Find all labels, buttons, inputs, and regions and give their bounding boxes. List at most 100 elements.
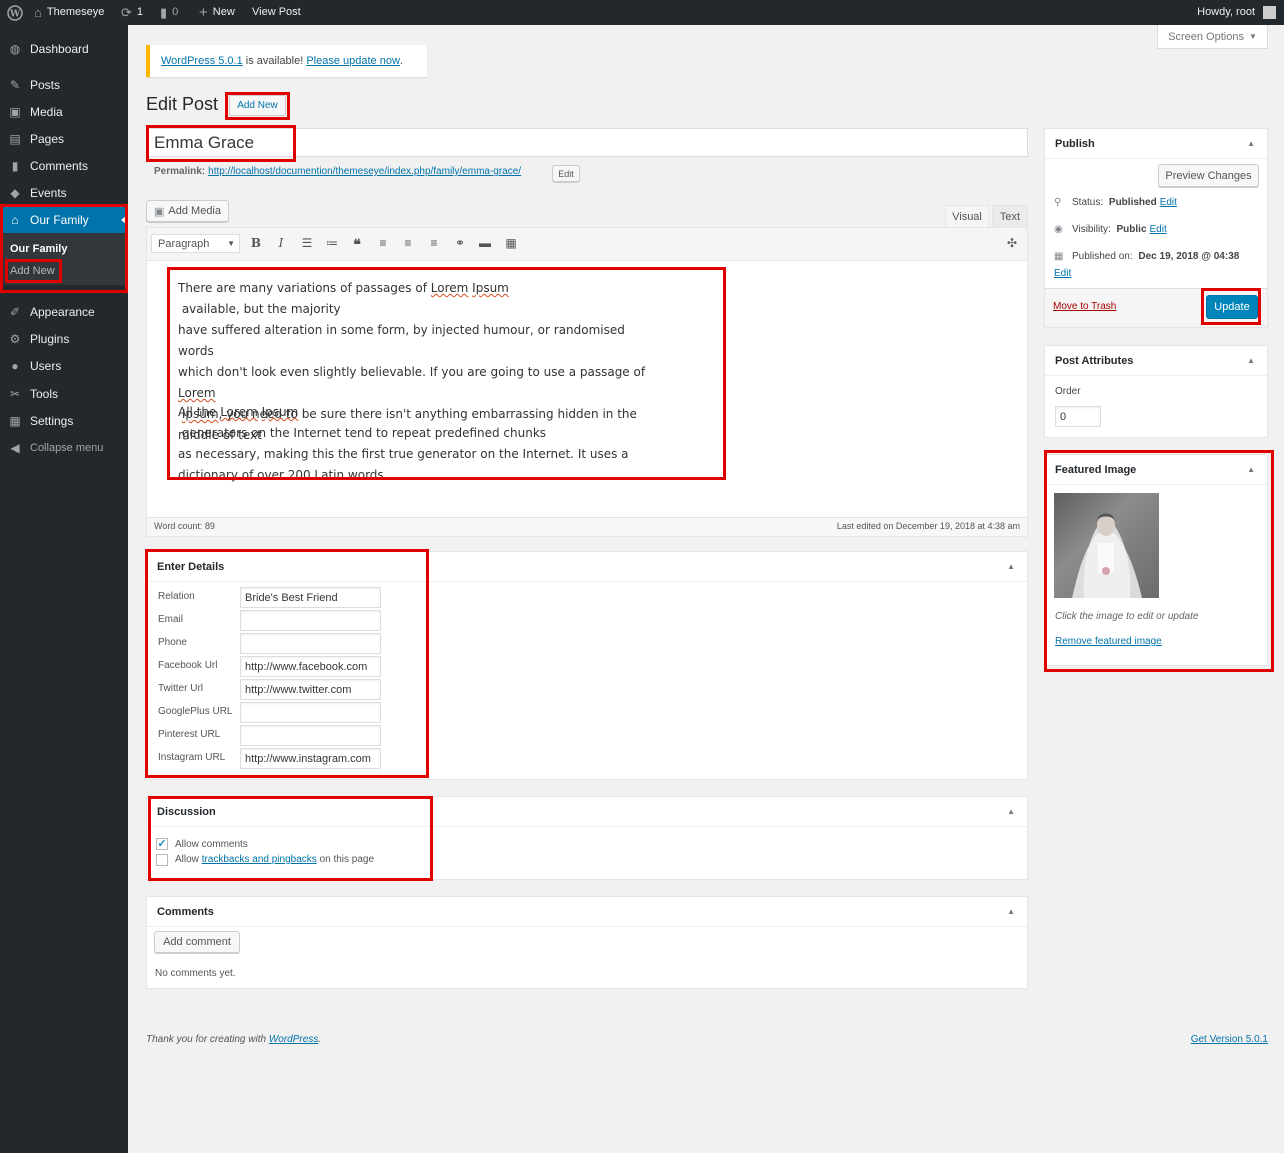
sidebar-item-comments[interactable]: ▮ Comments	[0, 153, 128, 179]
toolbar-toggle-icon[interactable]: ▦	[502, 236, 520, 250]
allow-comments-checkbox[interactable]: ✓	[156, 838, 168, 850]
featured-image-thumbnail[interactable]	[1054, 493, 1159, 598]
status-edit-link[interactable]: Edit	[1160, 197, 1177, 208]
featured-image-header[interactable]: Featured Image ▲	[1045, 455, 1267, 485]
publish-header[interactable]: Publish ▲	[1045, 129, 1267, 159]
sidebar-item-dashboard[interactable]: ◍ Dashboard	[0, 36, 128, 62]
bullet-list-icon[interactable]: ☰	[298, 236, 316, 250]
sidebar-item-our-family[interactable]: ⌂ Our Family	[0, 207, 128, 233]
post-attributes-header[interactable]: Post Attributes ▲	[1045, 346, 1267, 376]
order-input[interactable]: 0	[1055, 406, 1101, 427]
collapse-arrow-icon[interactable]: ▲	[1247, 356, 1255, 365]
collapse-arrow-icon[interactable]: ▲	[1007, 907, 1015, 916]
visibility-edit-link[interactable]: Edit	[1150, 224, 1167, 235]
sidebar-item-media[interactable]: ▣ Media	[0, 99, 128, 125]
relation-input[interactable]: Bride's Best Friend	[240, 587, 381, 608]
editor-line: There are many variations of passages of…	[178, 281, 509, 316]
post-title-input[interactable]: Emma Grace	[146, 128, 1028, 157]
permalink-row: Permalink: http://localhost/documention/…	[154, 166, 522, 177]
published-edit-link[interactable]: Edit	[1054, 268, 1071, 279]
avatar	[1263, 6, 1276, 19]
add-media-button[interactable]: ▣ Add Media	[146, 200, 229, 222]
collapse-arrow-icon[interactable]: ▲	[1007, 562, 1015, 571]
dashboard-icon: ◍	[9, 42, 21, 56]
read-more-icon[interactable]: ▬	[476, 236, 494, 250]
remove-featured-image-link[interactable]: Remove featured image	[1055, 636, 1162, 647]
italic-icon[interactable]: I	[272, 236, 290, 250]
sidebar-item-settings[interactable]: ▦ Settings	[0, 408, 128, 434]
add-comment-button[interactable]: Add comment	[154, 931, 240, 953]
sidebar-submenu: Our Family Add New	[0, 233, 128, 285]
my-account-link[interactable]: Howdy, root	[1197, 0, 1276, 25]
permalink-edit-button[interactable]: Edit	[552, 165, 580, 182]
wordpress-link[interactable]: WordPress	[269, 1034, 318, 1045]
instagram-url-input[interactable]: http://www.instagram.com	[240, 748, 381, 769]
twitter-url-label: Twitter Url	[158, 683, 203, 694]
permalink-url[interactable]: http://localhost/documention/themeseye/i…	[208, 166, 521, 177]
bold-icon[interactable]: B	[247, 236, 265, 250]
home-icon: ⌂	[34, 5, 42, 20]
googleplus-url-input[interactable]	[240, 702, 381, 723]
tab-visual[interactable]: Visual	[945, 205, 989, 227]
sidebar-item-posts[interactable]: ✎ Posts	[0, 72, 128, 98]
twitter-url-input[interactable]: http://www.twitter.com	[240, 679, 381, 700]
visibility-row: ◉ Visibility: Public Edit	[1054, 224, 1167, 235]
view-post-link[interactable]: View Post	[252, 0, 301, 25]
blockquote-icon[interactable]: ❝	[348, 236, 366, 253]
editor-line: which don't look even slightly believabl…	[178, 365, 646, 379]
comments-header[interactable]: Comments ▲	[147, 897, 1027, 927]
update-now-link[interactable]: Please update now	[306, 55, 400, 67]
updates-icon: ⟳	[121, 5, 132, 20]
screen-options-button[interactable]: Screen Options ▼	[1157, 25, 1268, 49]
collapse-arrow-icon[interactable]: ▲	[1247, 465, 1255, 474]
email-input[interactable]	[240, 610, 381, 631]
sidebar-item-events[interactable]: ◆ Events	[0, 180, 128, 206]
sidebar-item-pages[interactable]: ▤ Pages	[0, 126, 128, 152]
collapse-menu-button[interactable]: ◀ Collapse menu	[0, 435, 128, 461]
plus-icon: +	[199, 4, 208, 21]
phone-label: Phone	[158, 637, 187, 648]
featured-image-hint: Click the image to edit or update	[1055, 611, 1199, 622]
pinterest-url-input[interactable]	[240, 725, 381, 746]
update-button[interactable]: Update	[1206, 295, 1258, 319]
format-select[interactable]: Paragraph ▼	[151, 234, 240, 253]
collapse-arrow-icon[interactable]: ▲	[1007, 807, 1015, 816]
sidebar-item-users[interactable]: ● Users	[0, 353, 128, 379]
phone-input[interactable]	[240, 633, 381, 654]
move-to-trash-link[interactable]: Move to Trash	[1053, 301, 1116, 312]
preview-changes-button[interactable]: Preview Changes	[1158, 164, 1259, 187]
get-version-link[interactable]: Get Version 5.0.1	[1191, 1034, 1268, 1045]
align-right-icon[interactable]: ≡	[425, 236, 443, 250]
sidebar-item-tools[interactable]: ✂ Tools	[0, 381, 128, 407]
updates-link[interactable]: ⟳ 1	[121, 0, 143, 25]
sidebar-item-appearance[interactable]: ✐ Appearance	[0, 299, 128, 325]
align-center-icon[interactable]: ≡	[399, 236, 417, 250]
caret-down-icon: ▼	[1248, 32, 1257, 41]
link-icon[interactable]: ⚭	[451, 236, 469, 250]
submenu-item-our-family[interactable]: Our Family	[10, 243, 67, 255]
editor-paragraph-2[interactable]: All the Lorem Ipsum generators on the In…	[178, 402, 658, 486]
sidebar-item-plugins[interactable]: ⚙ Plugins	[0, 326, 128, 352]
admin-bar: W ⌂ Themeseye ⟳ 1 ▮ 0 + New View Post Ho…	[0, 0, 1284, 25]
relation-label: Relation	[158, 591, 195, 602]
tab-text[interactable]: Text	[992, 205, 1028, 227]
numbered-list-icon[interactable]: ≔	[323, 236, 341, 250]
version-link[interactable]: WordPress 5.0.1	[161, 55, 243, 67]
trackbacks-link[interactable]: trackbacks and pingbacks	[202, 854, 317, 865]
wordpress-logo-icon[interactable]: W	[7, 0, 23, 25]
facebook-url-input[interactable]: http://www.facebook.com	[240, 656, 381, 677]
enter-details-header[interactable]: Enter Details ▲	[147, 552, 1027, 582]
editor-line: have suffered alteration in some form, b…	[178, 323, 625, 358]
discussion-header[interactable]: Discussion ▲	[147, 797, 1027, 827]
new-content-link[interactable]: + New	[199, 0, 235, 25]
allow-trackbacks-checkbox[interactable]	[156, 854, 168, 866]
comments-link[interactable]: ▮ 0	[160, 0, 178, 25]
site-name-link[interactable]: ⌂ Themeseye	[34, 0, 104, 25]
add-new-button[interactable]: Add New	[229, 95, 286, 116]
order-label: Order	[1055, 386, 1081, 397]
collapse-arrow-icon[interactable]: ▲	[1247, 139, 1255, 148]
fullscreen-icon[interactable]: ✣	[1003, 236, 1021, 250]
allow-trackbacks-label: Allow trackbacks and pingbacks on this p…	[175, 854, 375, 865]
submenu-item-add-new[interactable]: Add New	[10, 265, 55, 277]
align-left-icon[interactable]: ≡	[374, 236, 392, 250]
